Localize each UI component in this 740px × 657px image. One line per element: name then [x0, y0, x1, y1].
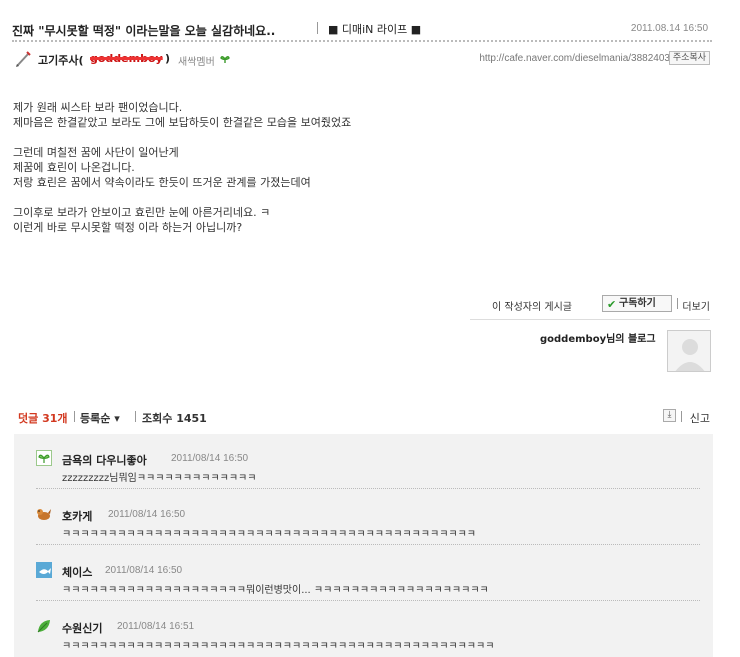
- comment-date: 2011/08/14 16:51: [117, 621, 195, 632]
- more-link[interactable]: 더보기: [682, 298, 710, 313]
- comment-author[interactable]: 수원신기: [62, 620, 102, 636]
- author-row: 고기주사( goddemboy ) 새싹멤버 http://cafe.naver…: [12, 48, 712, 70]
- avatar[interactable]: [667, 330, 711, 372]
- comment-header: 덧글 31개 등록순 ▾ 조회수 1451 ⤓ 신고: [18, 408, 712, 426]
- subscribe-separator: [677, 298, 678, 309]
- comment-count[interactable]: 덧글 31개: [18, 410, 68, 426]
- member-level: 새싹멤버: [178, 57, 215, 68]
- comment-item: 호카게 2011/08/14 16:50 ㅋㅋㅋㅋㅋㅋㅋㅋㅋㅋㅋㅋㅋㅋㅋㅋㅋㅋㅋ…: [36, 490, 700, 545]
- comment-text: zzzzzzzzz님뭐임ㅋㅋㅋㅋㅋㅋㅋㅋㅋㅋㅋㅋㅋ: [62, 473, 257, 484]
- author-id-redacted[interactable]: goddemboy: [90, 52, 163, 65]
- post-title[interactable]: 진짜 "무시못할 떡정" 이라는말을 오늘 실감하네요..: [12, 22, 275, 39]
- comment-date: 2011/08/14 16:50: [108, 509, 186, 520]
- comment-text: ㅋㅋㅋㅋㅋㅋㅋㅋㅋㅋㅋㅋㅋㅋㅋㅋㅋㅋㅋㅋㅋㅋㅋㅋㅋㅋㅋㅋㅋㅋㅋㅋㅋㅋㅋㅋㅋㅋㅋㅋ…: [62, 641, 495, 652]
- comment-item: 체이스 2011/08/14 16:50 ㅋㅋㅋㅋㅋㅋㅋㅋㅋㅋㅋㅋㅋㅋㅋㅋㅋㅋㅋ…: [36, 546, 700, 601]
- default-avatar-icon: [675, 339, 705, 371]
- author-posts-label: 이 작성자의 게시글: [492, 302, 572, 313]
- sprout-icon: [36, 450, 52, 466]
- body-blank-line: [13, 190, 703, 205]
- body-line: 이런게 바로 무시못할 떡정 이라 하는거 아닙니까?: [13, 221, 243, 234]
- comment-author[interactable]: 호카게: [62, 508, 92, 524]
- body-line: 제가 원래 씨스타 보라 팬이었습니다.: [13, 101, 183, 114]
- title-separator: [317, 22, 318, 34]
- comment-author[interactable]: 체이스: [62, 564, 92, 580]
- comment-list: 금욕의 다우니좋아 2011/08/14 16:50 zzzzzzzzz님뭐임ㅋ…: [14, 434, 713, 657]
- post-body: 제가 원래 씨스타 보라 팬이었습니다. 제마음은 한결같았고 보라도 그에 보…: [13, 100, 703, 235]
- sprout-icon: [220, 56, 230, 63]
- view-count: 조회수 1451: [142, 412, 207, 425]
- post-category[interactable]: ■ 디매iN 라이프 ■: [328, 21, 421, 37]
- divider: [470, 319, 710, 320]
- subscribe-button-label: 구독하기: [619, 298, 656, 309]
- body-line: 제마음은 한결같았고 보라도 그에 보답하듯이 한결같은 모습을 보여줬었죠: [13, 116, 352, 129]
- comment-author[interactable]: 금욕의 다우니좋아: [62, 452, 147, 468]
- copy-url-button[interactable]: 주소복사: [668, 51, 710, 65]
- post-title-bar: 진짜 "무시못할 떡정" 이라는말을 오늘 실감하네요.. ■ 디매iN 라이프…: [12, 14, 712, 42]
- comment-header-separator: [135, 411, 136, 422]
- comment-header-separator: [681, 411, 682, 422]
- body-line: 제꿈에 효린이 나온겁니다.: [13, 161, 135, 174]
- fish-icon: [36, 562, 52, 578]
- comment-date: 2011/08/14 16:50: [105, 565, 183, 576]
- comment-date: 2011/08/14 16:50: [171, 453, 249, 464]
- download-icon[interactable]: ⤓: [663, 409, 676, 422]
- comment-text: ㅋㅋㅋㅋㅋㅋㅋㅋㅋㅋㅋㅋㅋㅋㅋㅋㅋㅋㅋㅋㅋㅋㅋㅋㅋㅋㅋㅋㅋㅋㅋㅋㅋㅋㅋㅋㅋㅋㅋㅋ…: [62, 529, 476, 540]
- check-icon: ✔: [607, 298, 617, 311]
- comment-item: 금욕의 다우니좋아 2011/08/14 16:50 zzzzzzzzz님뭐임ㅋ…: [36, 434, 700, 489]
- pen-icon: [16, 51, 31, 67]
- sort-dropdown[interactable]: 등록순 ▾: [80, 410, 120, 426]
- leaf-icon: [37, 620, 50, 633]
- comment-text: ㅋㅋㅋㅋㅋㅋㅋㅋㅋㅋㅋㅋㅋㅋㅋㅋㅋㅋㅋㅋ뭐이런병맛이... ㅋㅋㅋㅋㅋㅋㅋㅋㅋㅋ…: [62, 585, 489, 596]
- report-link[interactable]: 신고: [690, 410, 710, 426]
- author-name[interactable]: 고기주사(: [38, 52, 84, 68]
- author-blog-link[interactable]: goddemboy님의 블로그: [540, 330, 656, 345]
- dog-icon: [37, 509, 51, 520]
- comment-item: 수원신기 2011/08/14 16:51 ㅋㅋㅋㅋㅋㅋㅋㅋㅋㅋㅋㅋㅋㅋㅋㅋㅋㅋ…: [36, 602, 700, 657]
- post-url[interactable]: http://cafe.naver.com/dieselmania/388240…: [479, 53, 670, 64]
- body-blank-line: [13, 130, 703, 145]
- comment-header-separator: [74, 411, 75, 422]
- cafe-post-page: 진짜 "무시못할 떡정" 이라는말을 오늘 실감하네요.. ■ 디매iN 라이프…: [0, 0, 740, 657]
- body-line: 그런데 며칠전 꿈에 사단이 일어난게: [13, 146, 179, 159]
- subscribe-button[interactable]: ✔ 구독하기: [602, 295, 672, 312]
- author-name-paren: ): [165, 52, 171, 65]
- body-line: 저랑 효린은 꿈에서 약속이라도 한듯이 뜨거운 관계를 가졌는데여: [13, 176, 311, 189]
- body-line: 그이후로 보라가 안보이고 효린만 눈에 아른거리네요. ㅋ: [13, 206, 271, 219]
- post-date: 2011.08.14 16:50: [630, 23, 708, 34]
